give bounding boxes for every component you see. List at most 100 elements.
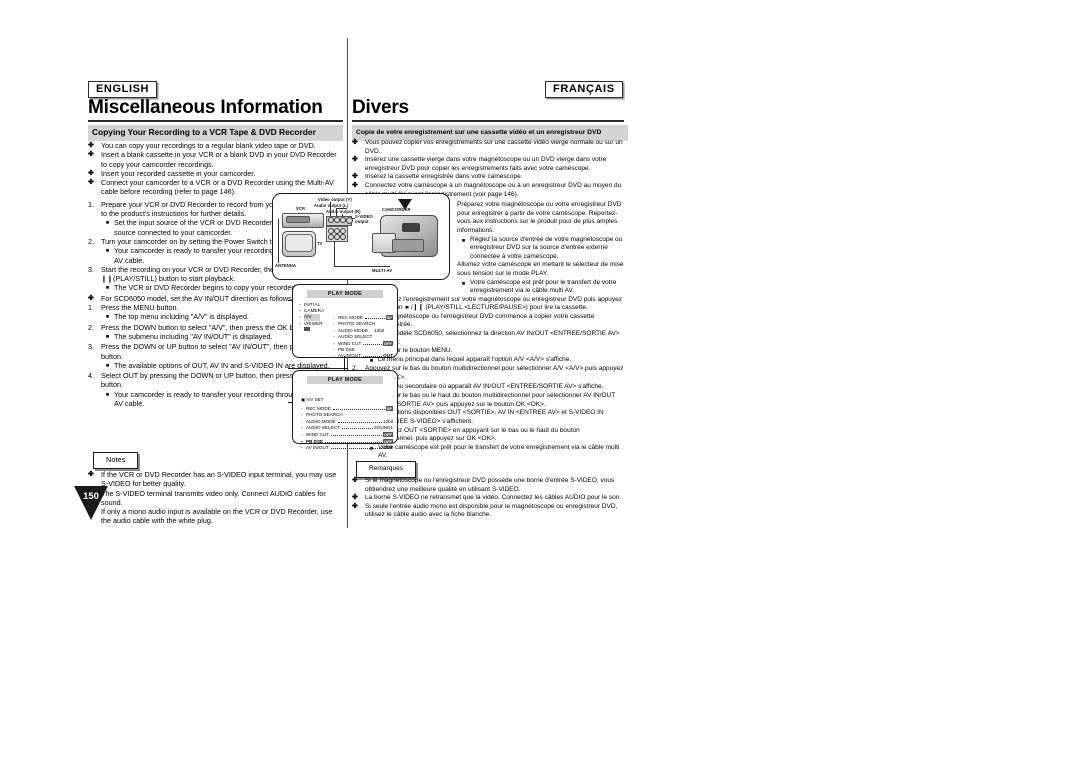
- diamond-bullet-icon: ✤: [88, 142, 94, 149]
- cable-plug-4: [340, 234, 346, 240]
- osd-right-list: ◦ REC MODE SP ◦ PHOTO SEARCH ◦ AUDIO MOD…: [333, 315, 393, 360]
- square-bullet-icon: ■: [105, 220, 110, 227]
- osd-play-mode-menu-1: PLAY MODE ▫ INITIAL ▫ CAMERA ▫ A/V ▫ VIE…: [292, 284, 398, 358]
- list-item: ✤ Si seule l'entrée audio mono est dispo…: [352, 502, 618, 519]
- page-number-text: 150: [83, 491, 99, 502]
- list-item: ✤ The S-VIDEO terminal transmits video o…: [88, 488, 326, 507]
- subheading-english: Copying Your Recording to a VCR Tape & D…: [88, 125, 343, 141]
- osd-subheading: ▣ A/V SET: [301, 397, 324, 402]
- label-svideo-output: S-VIDEO output: [355, 214, 373, 224]
- dot-leader: [363, 356, 383, 358]
- camcorder-grip: [392, 239, 424, 252]
- page-title-english: Miscellaneous Information: [88, 97, 323, 118]
- list-item: ✤ If the VCR or DVD Recorder has an S-VI…: [88, 470, 337, 489]
- diamond-bullet-icon: ✤: [352, 502, 358, 510]
- osd-menu-item[interactable]: ◦ AUDIO MODE 12bit: [301, 419, 393, 426]
- osd-title: PLAY MODE: [307, 376, 383, 384]
- sub-step: ■ Réglez la source d'entrée de votre mag…: [444, 236, 624, 262]
- jack-svideo: [346, 217, 353, 224]
- square-bullet-icon: ■: [461, 237, 466, 244]
- title-rule-english: [88, 120, 343, 122]
- notes-label-english: Notes: [93, 452, 139, 469]
- osd-menu-item[interactable]: ◦ REC MODE SP: [301, 405, 393, 413]
- label-video-output: Video output (Y): [318, 197, 352, 202]
- label-antenna: ANTENNA: [275, 263, 297, 268]
- osd-left-list: ▫ INITIAL ▫ CAMERA ▫ A/V ▫ VIEWER: [299, 302, 324, 331]
- leader-line: [336, 208, 337, 216]
- osd-connector-tick: [288, 402, 293, 403]
- diamond-bullet-icon: ✤: [352, 139, 358, 146]
- osd-item-list: ▣ A/V SET ◦ REC MODE SP ▫ PHOTO SEARCH ◦…: [301, 397, 393, 452]
- label-vcr: VCR: [296, 206, 306, 211]
- diamond-bullet-icon: ✤: [88, 151, 94, 159]
- osd-cursor: [304, 326, 310, 331]
- square-bullet-icon: ■: [105, 362, 110, 369]
- manual-page: ENGLISH FRANÇAIS Miscellaneous Informati…: [0, 0, 1080, 763]
- square-bullet-icon: ■: [105, 333, 110, 340]
- diamond-bullet-icon: ✤: [88, 169, 94, 177]
- list-item: ✤ Insert your recorded cassette in your …: [88, 168, 256, 178]
- osd-menu-item[interactable]: ▫ VIEWER: [299, 321, 324, 327]
- square-bullet-icon: ■: [105, 314, 110, 321]
- osd-menu-item[interactable]: ▫ AUDIO SELECT SOUND1: [301, 425, 393, 432]
- notes-label-french: Remarques: [356, 461, 417, 478]
- dot-leader: [363, 343, 382, 345]
- osd-menu-item[interactable]: ▪ PB DSE OFF: [301, 438, 393, 446]
- diamond-bullet-icon: ✤: [88, 179, 94, 187]
- dot-leader: [332, 408, 385, 410]
- osd-play-mode-menu-2: PLAY MODE ▣ A/V SET ◦ REC MODE SP ▫ PHOT…: [292, 370, 398, 450]
- list-item: ✤ If only a mono audio input is availabl…: [88, 507, 333, 526]
- numbered-step: 1. Préparez votre magnétoscope ou votre …: [444, 201, 622, 234]
- language-tag-french: FRANÇAIS: [545, 81, 623, 98]
- notes-body-french: ✤ Si le magnétoscope ou l'enregistreur D…: [352, 477, 624, 520]
- dot-leader: [330, 448, 383, 450]
- square-bullet-icon: ■: [105, 285, 110, 292]
- multi-av-cable: [334, 241, 335, 267]
- list-item: ✤ You can copy your recordings to a regu…: [88, 141, 316, 150]
- diamond-bullet-icon: ✤: [352, 181, 358, 189]
- osd-menu-item[interactable]: ▫ PHOTO SEARCH: [301, 412, 393, 419]
- osd-menu-item[interactable]: ▫ AV IN/OUT OUT: [301, 445, 393, 452]
- antenna-cable: [278, 219, 279, 263]
- square-bullet-icon: ■: [105, 248, 110, 255]
- osd-title: PLAY MODE: [307, 290, 383, 298]
- numbered-step: 2. Allumez votre caméscope en mettant le…: [444, 261, 624, 277]
- osd-connector-line: [288, 368, 348, 369]
- dot-leader: [341, 428, 373, 430]
- title-rule-french: [352, 120, 624, 122]
- diamond-bullet-icon: ✤: [88, 294, 94, 302]
- leader-line: [336, 208, 347, 209]
- diamond-bullet-icon: ✤: [352, 156, 358, 164]
- diamond-bullet-icon: ✤: [88, 471, 94, 478]
- language-tag-english: ENGLISH: [88, 81, 158, 98]
- label-multi-av: MULTI-AV: [372, 268, 393, 273]
- dot-leader: [337, 421, 383, 423]
- osd-menu-item[interactable]: ◦ WIND CUT OFF: [301, 431, 393, 439]
- square-bullet-icon: ■: [461, 280, 466, 287]
- list-item: ✤ La borne S-VIDEO ne retransmet que la …: [352, 494, 622, 502]
- notes-body-english: ✤ If the VCR or DVD Recorder has an S-VI…: [88, 470, 340, 526]
- dot-leader: [365, 318, 385, 319]
- osd-menu-item[interactable]: ◦ AV IN/OUT OUT: [333, 353, 393, 359]
- diamond-bullet-icon: ✤: [352, 477, 358, 484]
- page-number-badge: 150: [74, 486, 108, 520]
- camcorder-jack-cover: [402, 223, 420, 232]
- sub-step: ■ Votre caméscope est prêt pour le trans…: [444, 279, 624, 296]
- list-item: ✤ Insérez la cassette enregistrée dans v…: [352, 173, 523, 181]
- down-arrow-icon: [398, 199, 412, 210]
- column-divider: [347, 38, 348, 528]
- list-item: ✤ Vous pouvez copier vos enregistrements…: [352, 139, 623, 155]
- list-item: ✤ Insert a blank cassette in your VCR or…: [88, 150, 337, 169]
- multi-av-cable: [334, 266, 390, 267]
- tv-screen: [285, 234, 313, 252]
- dot-leader: [330, 434, 382, 436]
- osd-cursor-row: [299, 326, 324, 331]
- list-item: ✤ Insérez une cassette vierge dans votre…: [352, 156, 607, 172]
- leader-line: [330, 202, 331, 216]
- diamond-bullet-icon: ✤: [352, 173, 358, 181]
- list-item: ✤ Si le magnétoscope ou l'enregistreur D…: [352, 477, 615, 493]
- vcr-slot: [286, 216, 310, 223]
- page-title-french: Divers: [352, 97, 409, 118]
- diamond-bullet-icon: ✤: [352, 494, 358, 502]
- osd-connector-tick: [288, 300, 293, 301]
